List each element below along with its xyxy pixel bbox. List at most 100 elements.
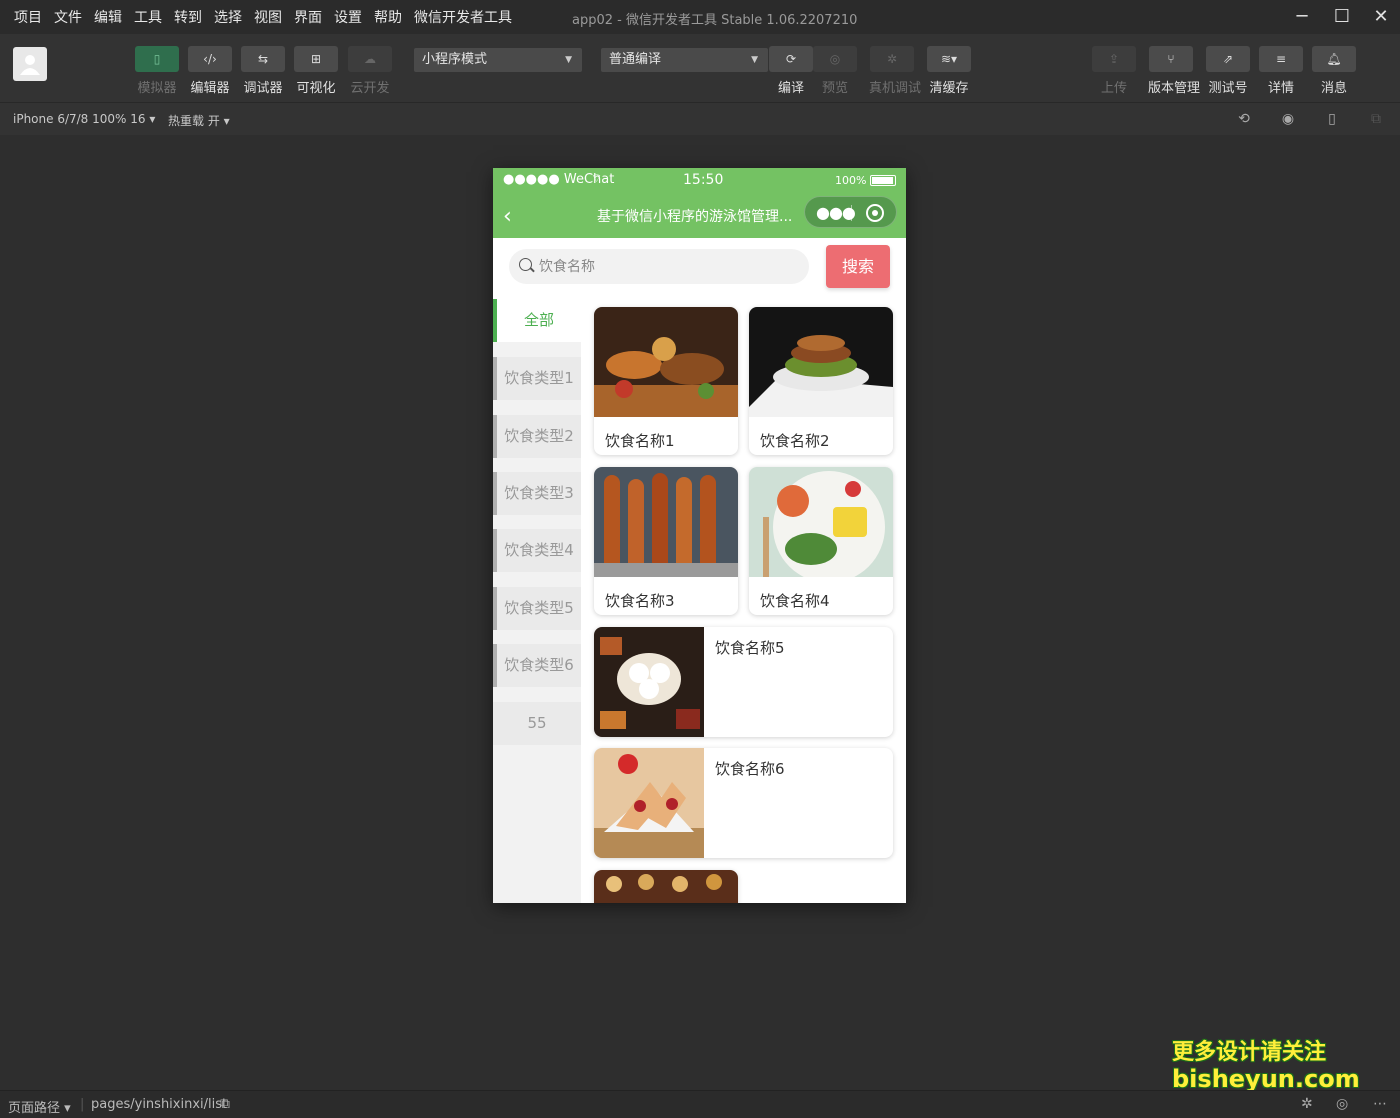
simulator-button[interactable]: ▯ 模拟器	[134, 46, 180, 96]
menu-tools[interactable]: 工具	[128, 7, 168, 27]
page-title: 基于微信小程序的游泳馆管理...	[597, 209, 793, 225]
back-chevron-icon[interactable]: ‹	[503, 204, 512, 229]
wifi-icon: ⌔	[591, 171, 603, 185]
menu-view[interactable]: 视图	[248, 7, 288, 27]
compile-select[interactable]: 普通编译 ▼	[601, 48, 768, 72]
food-card[interactable]: 饮食名称1	[594, 307, 738, 455]
more-dots-icon[interactable]: ●●●	[816, 203, 856, 222]
food-card[interactable]	[594, 870, 738, 903]
layers-icon: ≋▾	[927, 46, 971, 72]
menu-wechat-devtools[interactable]: 微信开发者工具	[408, 7, 518, 27]
category-item-2[interactable]: 饮食类型2	[493, 415, 581, 458]
bug-icon[interactable]: ✲	[1301, 1096, 1313, 1112]
search-button[interactable]: 搜索	[826, 245, 890, 288]
battery-percent: 100%	[835, 174, 867, 187]
layout-icon: ⊞	[294, 46, 338, 72]
caret-down-icon: ▼	[565, 55, 572, 65]
food-name: 饮食名称6	[715, 760, 785, 778]
rotate-icon[interactable]: ⟲	[1236, 111, 1252, 127]
menu-project[interactable]: 项目	[8, 7, 48, 27]
compile-button[interactable]: ⟳ 编译	[768, 46, 814, 96]
category-item-5[interactable]: 饮食类型5	[493, 587, 581, 630]
mode-select[interactable]: 小程序模式 ▼	[414, 48, 582, 72]
eye-icon[interactable]: ◎	[1336, 1096, 1348, 1112]
hot-reload-toggle[interactable]: 热重载 开 ▾	[168, 112, 230, 129]
details-button[interactable]: ≡ 详情	[1258, 46, 1304, 96]
preview-button[interactable]: ◎ 预览	[812, 46, 858, 96]
category-item-all[interactable]: 全部	[493, 299, 581, 342]
food-image-3	[594, 467, 738, 577]
device-icon[interactable]: ▯	[1324, 111, 1340, 127]
capsule-divider	[851, 205, 852, 221]
category-item-4[interactable]: 饮食类型4	[493, 529, 581, 572]
watermark: 更多设计请关注 bisheyun.com	[1172, 1040, 1360, 1092]
copy-icon[interactable]: ⧉	[220, 1096, 230, 1112]
branch-icon: ⑂	[1149, 46, 1193, 72]
editor-button[interactable]: ‹/› 编辑器	[187, 46, 233, 96]
category-item-6[interactable]: 饮食类型6	[493, 644, 581, 687]
record-icon[interactable]: ◉	[1280, 111, 1296, 127]
page-path-label[interactable]: 页面路径 ▾	[8, 1097, 71, 1116]
watermark-line-1: 更多设计请关注	[1172, 1040, 1327, 1065]
upload-label: 上传	[1100, 81, 1127, 96]
category-item-3[interactable]: 饮食类型3	[493, 472, 581, 515]
test-account-label: 测试号	[1208, 81, 1248, 96]
menu-edit[interactable]: 编辑	[88, 7, 128, 27]
visual-label: 可视化	[296, 81, 336, 96]
user-avatar[interactable]	[13, 47, 47, 81]
device-select[interactable]: iPhone 6/7/8 100% 16 ▾	[13, 112, 155, 126]
menu-interface[interactable]: 界面	[288, 7, 328, 27]
food-image-1	[594, 307, 738, 417]
menu-lines-icon: ≡	[1259, 46, 1303, 72]
refresh-icon: ⟳	[769, 46, 813, 72]
messages-button[interactable]: 🔔︎ 消息	[1311, 46, 1357, 96]
food-card[interactable]: 饮食名称3	[594, 467, 738, 615]
maximize-icon[interactable]: ☐	[1329, 4, 1355, 30]
menu-help[interactable]: 帮助	[368, 7, 408, 27]
category-item-1[interactable]: 饮食类型1	[493, 357, 581, 400]
clear-cache-button[interactable]: ≋▾ 清缓存	[926, 46, 972, 96]
cloud-button[interactable]: ☁ 云开发	[347, 46, 393, 96]
bell-icon: 🔔︎	[1312, 46, 1356, 72]
category-item-55[interactable]: 55	[493, 702, 581, 745]
food-name: 饮食名称5	[715, 639, 785, 657]
food-image-7	[594, 870, 738, 903]
cloud-label: 云开发	[350, 81, 390, 96]
compile-select-value: 普通编译	[609, 52, 662, 67]
multi-window-icon[interactable]: ⧉	[1368, 111, 1384, 127]
more-icon[interactable]: ⋯	[1373, 1096, 1387, 1112]
food-name: 饮食名称3	[605, 592, 675, 610]
food-card[interactable]: 饮食名称2	[749, 307, 893, 455]
food-card[interactable]: 饮食名称6	[594, 748, 893, 858]
watermark-line-2: bisheyun.com	[1172, 1065, 1360, 1093]
test-account-button[interactable]: ⇗ 测试号	[1205, 46, 1251, 96]
close-target-icon[interactable]	[866, 204, 884, 222]
device-debug-label: 真机调试	[869, 81, 922, 96]
debugger-label: 调试器	[243, 81, 283, 96]
menu-list: 项目 文件 编辑 工具 转到 选择 视图 界面 设置 帮助 微信开发者工具	[0, 7, 518, 27]
food-card[interactable]: 饮食名称4	[749, 467, 893, 615]
menu-bar: 项目 文件 编辑 工具 转到 选择 视图 界面 设置 帮助 微信开发者工具 ap…	[0, 0, 1400, 34]
visual-button[interactable]: ⊞ 可视化	[293, 46, 339, 96]
debugger-button[interactable]: ⇆ 调试器	[240, 46, 286, 96]
search-input[interactable]	[539, 249, 799, 284]
menu-file[interactable]: 文件	[48, 7, 88, 27]
device-debug-button[interactable]: ✲ 真机调试	[869, 46, 922, 96]
menu-goto[interactable]: 转到	[168, 7, 208, 27]
mini-program-navbar: ●●●●● WeChat ⌔ 15:50 100% ‹ 基于微信小程序的游泳馆管…	[493, 168, 906, 238]
minimize-icon[interactable]: ─	[1289, 4, 1315, 30]
upload-button[interactable]: ⇪ 上传	[1091, 46, 1137, 96]
debug-sliders-icon: ⇆	[241, 46, 285, 72]
bug-icon: ✲	[870, 46, 914, 72]
menu-select[interactable]: 选择	[208, 7, 248, 27]
details-label: 详情	[1267, 81, 1294, 96]
category-sidebar: 全部 饮食类型1 饮食类型2 饮食类型3 饮食类型4 饮食类型5 饮食类型6 5…	[493, 299, 581, 903]
menu-settings[interactable]: 设置	[328, 7, 368, 27]
search-box	[509, 249, 809, 284]
code-icon: ‹/›	[188, 46, 232, 72]
food-image-2	[749, 307, 893, 417]
food-card[interactable]: 饮食名称5	[594, 627, 893, 737]
close-icon[interactable]: ✕	[1368, 4, 1394, 30]
version-button[interactable]: ⑂ 版本管理	[1148, 46, 1200, 96]
food-name: 饮食名称2	[760, 432, 830, 450]
